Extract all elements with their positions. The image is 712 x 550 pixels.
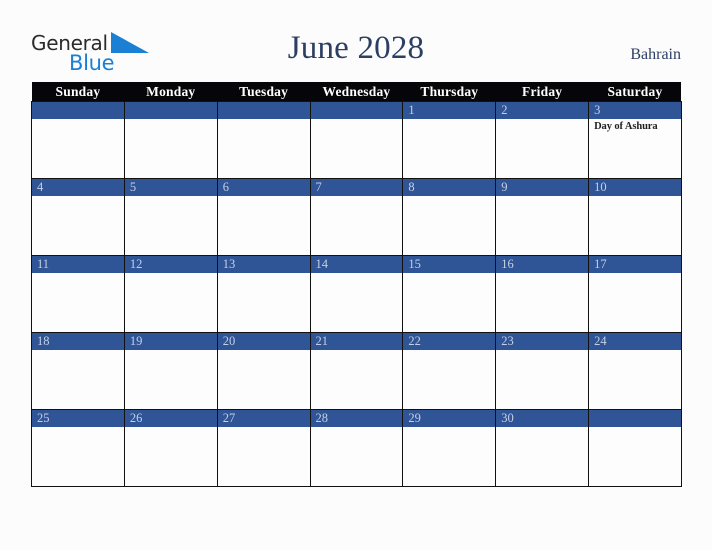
day-number[interactable]: 3 [588, 101, 682, 119]
day-cell[interactable] [402, 196, 497, 256]
day-cell[interactable] [123, 350, 218, 410]
day-number-empty [588, 409, 682, 427]
day-number[interactable]: 14 [309, 255, 404, 273]
day-cell[interactable] [31, 427, 125, 487]
calendar-week-body [31, 350, 682, 410]
day-cell[interactable] [588, 196, 682, 256]
day-cell[interactable] [588, 350, 682, 410]
day-number[interactable]: 8 [402, 178, 497, 196]
day-number[interactable]: 6 [216, 178, 311, 196]
day-cell[interactable] [402, 273, 497, 333]
day-cell[interactable] [495, 119, 590, 179]
day-cell[interactable] [31, 273, 125, 333]
calendar-week-body: Day of Ashura [31, 119, 682, 179]
day-cell[interactable] [402, 119, 497, 179]
day-cell-empty [31, 119, 125, 179]
day-number[interactable]: 2 [495, 101, 590, 119]
weekday-header-friday: Friday [495, 82, 589, 102]
page-header: General Blue June 2028 Bahrain [0, 0, 712, 82]
calendar-week-body [31, 427, 682, 487]
day-cell[interactable] [216, 427, 311, 487]
day-number[interactable]: 10 [588, 178, 682, 196]
calendar-week-band: 18 19 20 21 22 23 24 [31, 332, 682, 350]
calendar-week-body [31, 196, 682, 256]
day-cell[interactable] [123, 196, 218, 256]
day-cell[interactable] [495, 350, 590, 410]
weekday-header-tuesday: Tuesday [217, 82, 311, 102]
day-cell[interactable] [31, 350, 125, 410]
day-number[interactable]: 21 [309, 332, 404, 350]
day-cell[interactable] [402, 427, 497, 487]
day-cell[interactable] [309, 350, 404, 410]
day-number[interactable]: 22 [402, 332, 497, 350]
day-number[interactable]: 19 [123, 332, 218, 350]
calendar-table: Sunday Monday Tuesday Wednesday Thursday… [31, 82, 682, 487]
day-number[interactable]: 18 [31, 332, 125, 350]
day-cell[interactable] [123, 427, 218, 487]
holiday-label: Day of Ashura [594, 121, 658, 132]
day-number-empty [31, 101, 125, 119]
weekday-header-thursday: Thursday [402, 82, 496, 102]
day-number[interactable]: 20 [216, 332, 311, 350]
day-number[interactable]: 17 [588, 255, 682, 273]
weekday-header-saturday: Saturday [588, 82, 682, 102]
day-number[interactable]: 25 [31, 409, 125, 427]
day-number[interactable]: 30 [495, 409, 590, 427]
calendar-grid: Sunday Monday Tuesday Wednesday Thursday… [31, 82, 682, 487]
day-number[interactable]: 11 [31, 255, 125, 273]
day-cell[interactable] [588, 273, 682, 333]
day-cell-empty [123, 119, 218, 179]
day-number[interactable]: 4 [31, 178, 125, 196]
day-number-empty [123, 101, 218, 119]
day-cell[interactable] [31, 196, 125, 256]
day-number[interactable]: 13 [216, 255, 311, 273]
day-cell[interactable] [123, 273, 218, 333]
page-title: June 2028 [287, 30, 425, 66]
day-cell[interactable] [495, 273, 590, 333]
day-cell-empty [216, 119, 311, 179]
calendar-week-band: 4 5 6 7 8 9 10 [31, 178, 682, 196]
day-cell[interactable] [402, 350, 497, 410]
day-cell[interactable] [216, 273, 311, 333]
day-cell[interactable] [216, 196, 311, 256]
day-number[interactable]: 23 [495, 332, 590, 350]
day-number[interactable]: 26 [123, 409, 218, 427]
calendar-header-row: Sunday Monday Tuesday Wednesday Thursday… [31, 82, 682, 102]
day-cell[interactable] [309, 196, 404, 256]
calendar-week-body [31, 273, 682, 333]
day-number[interactable]: 29 [402, 409, 497, 427]
weekday-header-wednesday: Wednesday [310, 82, 403, 102]
weekday-header-sunday: Sunday [31, 82, 125, 102]
day-cell-empty [588, 427, 682, 487]
calendar-week-band: 11 12 13 14 15 16 17 [31, 255, 682, 273]
calendar-week-band: 25 26 27 28 29 30 [31, 409, 682, 427]
day-number-empty [309, 101, 404, 119]
day-number[interactable]: 16 [495, 255, 590, 273]
day-number[interactable]: 28 [309, 409, 404, 427]
day-number[interactable]: 7 [309, 178, 404, 196]
day-cell[interactable] [495, 196, 590, 256]
country-label: Bahrain [630, 46, 681, 63]
day-number[interactable]: 1 [402, 101, 497, 119]
day-cell[interactable] [309, 273, 404, 333]
day-number[interactable]: 27 [216, 409, 311, 427]
day-number[interactable]: 24 [588, 332, 682, 350]
day-number[interactable]: 15 [402, 255, 497, 273]
day-cell[interactable] [309, 427, 404, 487]
day-cell[interactable] [495, 427, 590, 487]
day-cell-empty [309, 119, 404, 179]
calendar-body: 1 2 3 Day of Ashura 4 5 6 7 8 9 10 11 12 13 14 15 16 17 18… [31, 101, 682, 487]
day-cell[interactable]: Day of Ashura [588, 119, 682, 179]
weekday-header-monday: Monday [124, 82, 218, 102]
day-number[interactable]: 12 [123, 255, 218, 273]
day-number-empty [216, 101, 311, 119]
day-cell[interactable] [216, 350, 311, 410]
day-number[interactable]: 5 [123, 178, 218, 196]
day-number[interactable]: 9 [495, 178, 590, 196]
calendar-week-band: 123 [31, 101, 682, 119]
